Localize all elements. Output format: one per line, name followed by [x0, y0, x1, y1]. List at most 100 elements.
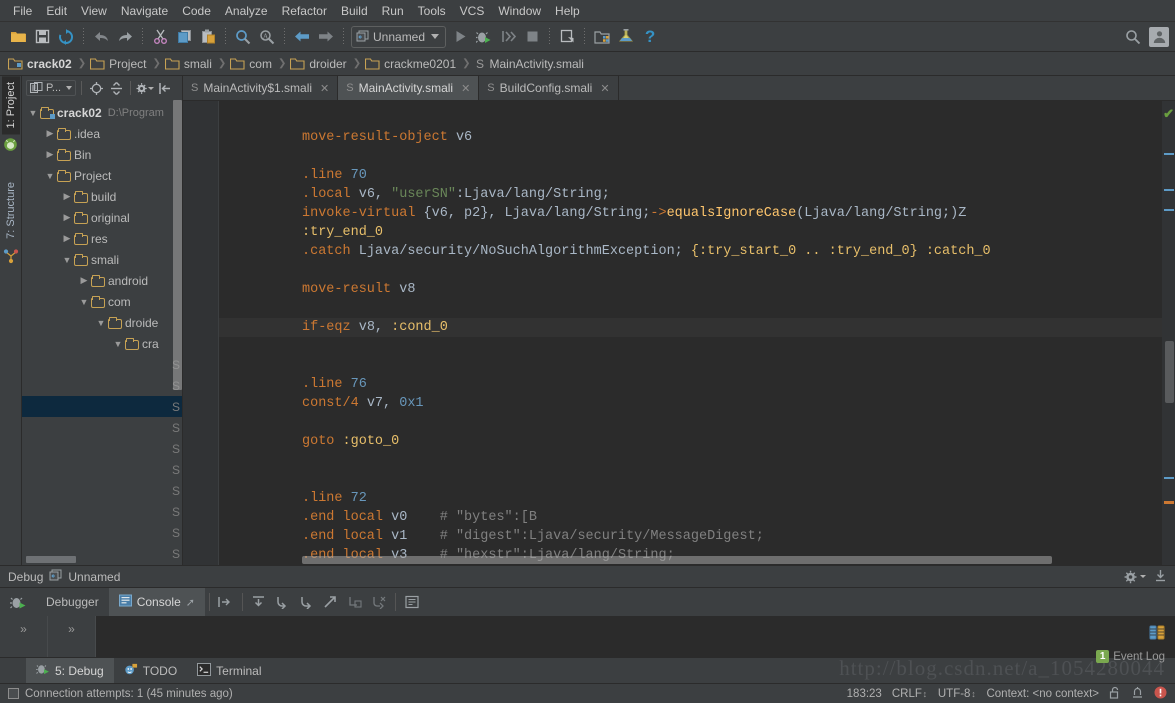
settings-gear-icon[interactable]	[136, 79, 155, 97]
tree-node[interactable]: S	[22, 354, 182, 375]
user-avatar-icon[interactable]	[1149, 26, 1169, 47]
tree-vertical-scrollbar[interactable]	[173, 100, 182, 565]
run-to-cursor-icon[interactable]	[367, 588, 391, 616]
code-line[interactable]: .line 72	[219, 489, 1162, 508]
tree-horizontal-scrollbar[interactable]	[26, 556, 76, 563]
tree-node[interactable]: ▼ crack02 D:\Program	[22, 102, 182, 123]
replace-icon[interactable]: A	[255, 25, 279, 49]
code-content[interactable]: move-result-object v6 .line 70 .local v6, …	[219, 101, 1162, 565]
menu-item-run[interactable]: Run	[375, 1, 411, 21]
chevron-down-icon[interactable]: ▼	[43, 171, 57, 181]
code-line[interactable]	[219, 413, 1162, 432]
run-coverage-button[interactable]	[496, 25, 520, 49]
undo-icon[interactable]	[89, 25, 113, 49]
close-icon[interactable]: ✕	[600, 82, 609, 95]
save-all-icon[interactable]	[30, 25, 54, 49]
tab-todo[interactable]: TODO	[114, 658, 187, 683]
code-line[interactable]: .end local v0 # "bytes":[B	[219, 508, 1162, 527]
step-into-icon[interactable]	[271, 588, 295, 616]
tree-node[interactable]: ▼ cra	[22, 333, 182, 354]
editor-tab-mainactivity-smali[interactable]: S MainActivity.smali ✕	[338, 76, 480, 100]
close-icon[interactable]: ✕	[320, 82, 329, 95]
line-separator[interactable]: CRLF↕	[892, 688, 928, 700]
tree-node[interactable]: ▶ .idea	[22, 123, 182, 144]
menu-item-analyze[interactable]: Analyze	[218, 1, 275, 21]
code-line[interactable]	[219, 337, 1162, 356]
tree-scrollbar-thumb[interactable]	[173, 100, 182, 390]
menu-item-tools[interactable]: Tools	[411, 1, 453, 21]
threads-frames-icon[interactable]	[1149, 624, 1167, 644]
back-icon[interactable]	[290, 25, 314, 49]
context-indicator[interactable]: Context: <no context>	[986, 688, 1099, 700]
code-line[interactable]: :try_end_0	[219, 223, 1162, 242]
console-output[interactable]	[96, 616, 1175, 657]
background-tasks-icon[interactable]	[8, 688, 19, 699]
tree-node[interactable]: S	[22, 501, 182, 522]
sync-refresh-icon[interactable]	[54, 25, 78, 49]
unlocked-icon[interactable]	[1109, 686, 1121, 702]
search-icon[interactable]	[1121, 25, 1145, 49]
show-execution-point-icon[interactable]	[214, 588, 238, 616]
caret-position[interactable]: 183:23	[847, 688, 882, 700]
debug-button[interactable]	[472, 25, 496, 49]
tree-node[interactable]: S	[22, 459, 182, 480]
tab-terminal[interactable]: Terminal	[187, 658, 271, 683]
menu-item-refactor[interactable]: Refactor	[275, 1, 334, 21]
tree-node[interactable]: ▶ res	[22, 228, 182, 249]
code-line[interactable]: move-result v8	[219, 280, 1162, 299]
menu-item-help[interactable]: Help	[548, 1, 587, 21]
attach-debugger-button[interactable]	[555, 25, 579, 49]
chevron-right-icon[interactable]: ▶	[43, 128, 57, 139]
menu-item-edit[interactable]: Edit	[39, 1, 74, 21]
tree-node[interactable]: S	[22, 522, 182, 543]
tab-debug[interactable]: 5: Debug	[26, 658, 114, 683]
find-icon[interactable]	[231, 25, 255, 49]
code-line[interactable]: .line 70	[219, 166, 1162, 185]
code-line[interactable]: move-result-object v6	[219, 128, 1162, 147]
avd-manager-button[interactable]	[590, 25, 614, 49]
menu-item-build[interactable]: Build	[334, 1, 375, 21]
breadcrumb-item-crack02[interactable]: crack02	[6, 57, 78, 71]
chevron-down-icon[interactable]: ▼	[26, 108, 40, 118]
editor-horizontal-scrollbar[interactable]	[302, 556, 1052, 564]
inspections-icon[interactable]	[1131, 686, 1144, 702]
step-out-icon[interactable]	[319, 588, 343, 616]
collapse-all-icon[interactable]	[107, 79, 125, 97]
code-line[interactable]: if-eqz v8, :cond_0	[219, 318, 1162, 337]
chevron-right-icon[interactable]: ▶	[60, 191, 74, 202]
pin-tab-icon[interactable]: ➚	[186, 596, 195, 609]
chevron-right-icon[interactable]: ▶	[43, 149, 57, 160]
event-log-indicator[interactable]: 1 Event Log	[1096, 650, 1165, 663]
menu-item-window[interactable]: Window	[491, 1, 548, 21]
chevron-right-icon[interactable]: ▶	[60, 212, 74, 223]
tree-node[interactable]: S	[22, 396, 182, 417]
tree-node[interactable]: ▶ android	[22, 270, 182, 291]
code-line[interactable]	[219, 299, 1162, 318]
breadcrumb-item-com[interactable]: com	[228, 57, 278, 71]
code-line[interactable]: .line 76	[219, 375, 1162, 394]
tree-node[interactable]: S	[22, 564, 182, 565]
redo-icon[interactable]	[113, 25, 137, 49]
code-line[interactable]	[219, 109, 1162, 128]
forward-icon[interactable]	[314, 25, 338, 49]
tree-node[interactable]: S	[22, 438, 182, 459]
paste-icon[interactable]	[196, 25, 220, 49]
breadcrumb-item-droider[interactable]: droider	[288, 57, 352, 71]
tree-node[interactable]: ▼ smali	[22, 249, 182, 270]
force-step-into-icon[interactable]	[295, 588, 319, 616]
project-tree[interactable]: ▼ crack02 D:\Program ▶ .idea ▶ Bin ▼ Project ▶ bui…	[22, 100, 182, 565]
tab-debugger[interactable]: Debugger	[36, 588, 109, 616]
scroll-from-source-icon[interactable]	[87, 79, 105, 97]
tree-node[interactable]: S	[22, 375, 182, 396]
chevron-down-icon[interactable]: ▼	[94, 318, 108, 328]
drop-frame-icon[interactable]	[343, 588, 367, 616]
tree-node[interactable]: ▶ build	[22, 186, 182, 207]
open-folder-icon[interactable]	[6, 25, 30, 49]
hide-panel-icon[interactable]	[1154, 569, 1167, 585]
menu-item-navigate[interactable]: Navigate	[114, 1, 175, 21]
chevron-down-icon[interactable]: ▼	[60, 255, 74, 265]
close-icon[interactable]: ✕	[461, 82, 470, 95]
copy-icon[interactable]	[172, 25, 196, 49]
cut-icon[interactable]	[148, 25, 172, 49]
tree-node[interactable]: ▶ original	[22, 207, 182, 228]
